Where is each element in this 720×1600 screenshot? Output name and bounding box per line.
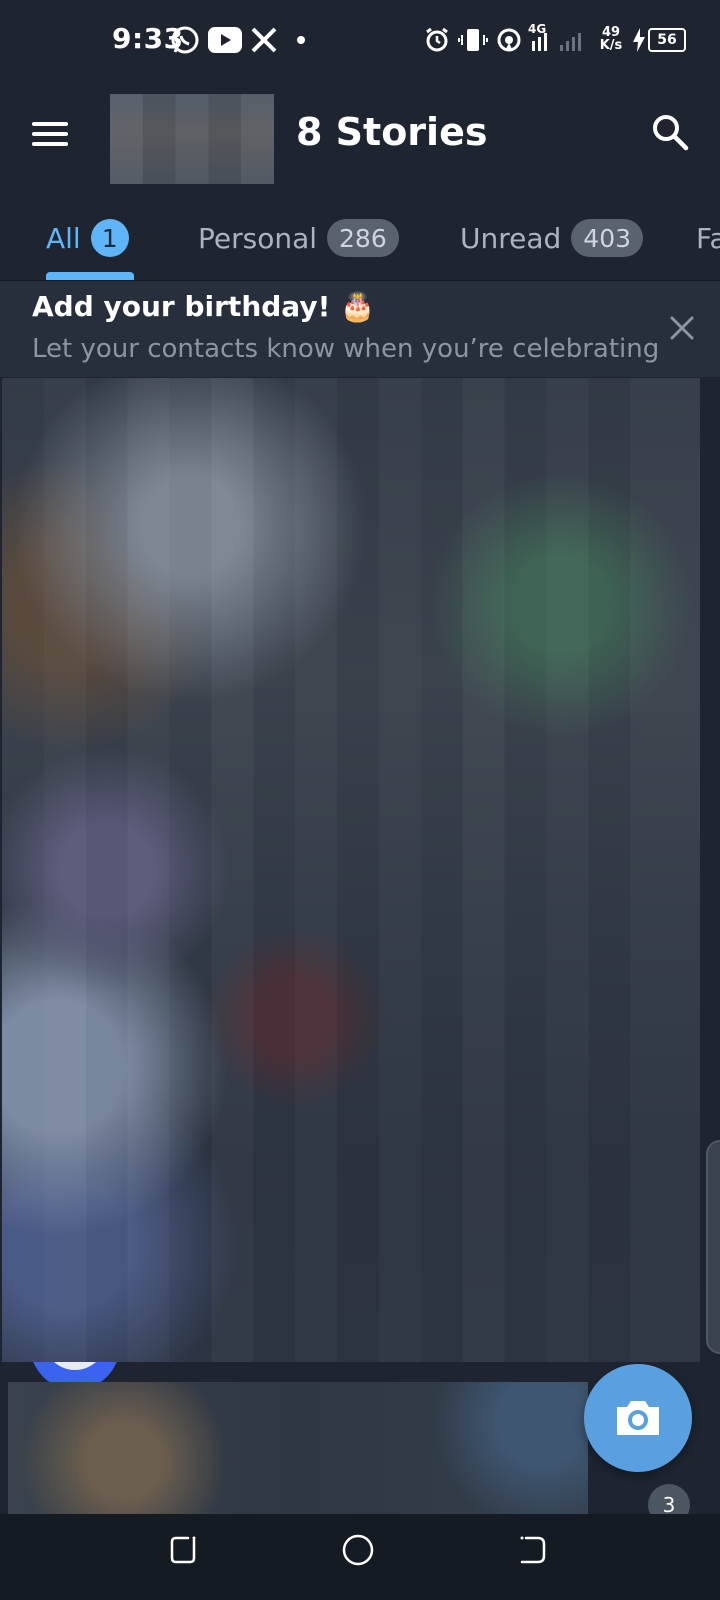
search-icon [653, 115, 689, 151]
active-tab-indicator [46, 272, 134, 280]
banner-title: Add your birthday! 🎂 [32, 290, 375, 323]
menu-line [32, 122, 68, 126]
dot-icon [296, 24, 306, 56]
tab-count-badge: 403 [571, 219, 644, 257]
tab-label: Fa [696, 221, 720, 255]
chat-row-obscured[interactable] [8, 1382, 588, 1514]
net-speed: 49 K/s [596, 26, 626, 52]
battery-level: 56 [648, 28, 686, 52]
home-icon [342, 1534, 374, 1566]
recents-icon [170, 1536, 196, 1564]
tab-count-badge: 286 [327, 219, 399, 257]
home-button[interactable] [340, 1532, 380, 1572]
search-button[interactable] [650, 112, 698, 160]
tab-label: Unread [460, 221, 562, 255]
chat-list-obscured[interactable] [2, 378, 700, 1362]
profile-image-obscured[interactable] [110, 94, 274, 184]
battery-icon: 56 [648, 24, 686, 56]
menu-line [32, 142, 68, 146]
tab-unread[interactable]: Unread 403 [460, 216, 644, 260]
tab-count-badge: 1 [90, 219, 129, 257]
menu-line [32, 132, 68, 136]
back-button[interactable] [516, 1532, 556, 1572]
back-icon [520, 1536, 546, 1564]
camera-icon [617, 1401, 659, 1435]
camera-fab[interactable] [584, 1364, 692, 1472]
page-title: 8 Stories [296, 110, 488, 154]
close-icon [670, 316, 694, 340]
net-speed-unit: K/s [599, 38, 623, 53]
menu-button[interactable] [32, 116, 76, 160]
close-button[interactable] [666, 312, 698, 344]
tab-label: Personal [198, 221, 318, 255]
whatsapp-icon [170, 24, 200, 56]
youtube-icon [208, 24, 242, 56]
vibrate-icon [458, 24, 488, 56]
x-icon [250, 24, 278, 56]
hotspot-icon [496, 24, 522, 56]
tab-all[interactable]: All 1 [46, 216, 129, 260]
tab-personal[interactable]: Personal 286 [198, 216, 399, 260]
signal-icon [530, 24, 590, 56]
tab-partial[interactable]: Fa [696, 216, 720, 260]
scroll-handle[interactable] [706, 1140, 720, 1354]
recents-button[interactable] [166, 1532, 206, 1572]
tab-label: All [46, 221, 81, 255]
alarm-icon [424, 24, 450, 56]
charging-icon [632, 24, 646, 56]
banner-subtitle: Let your contacts know when you’re celeb… [32, 334, 660, 364]
